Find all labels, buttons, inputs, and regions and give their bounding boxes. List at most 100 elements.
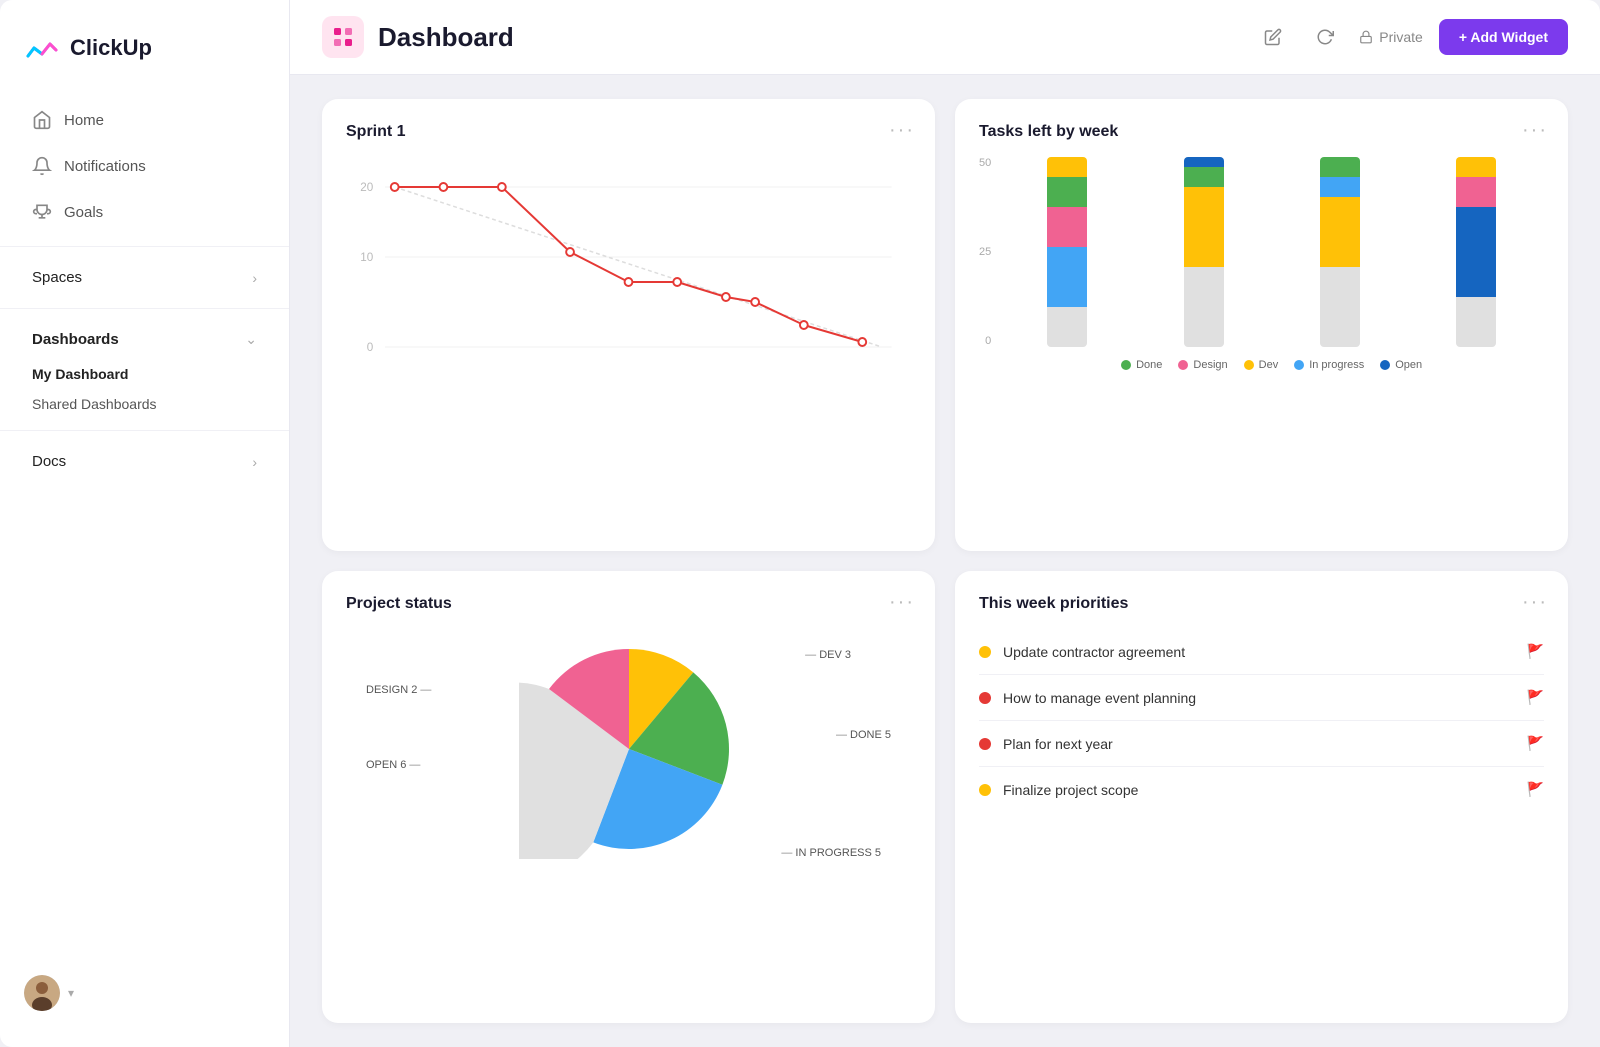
legend-dot-design — [1178, 360, 1188, 370]
private-label: Private — [1379, 29, 1423, 45]
bell-icon — [32, 156, 52, 176]
y-label-0: 0 — [985, 335, 991, 347]
header-left: Dashboard — [322, 16, 514, 58]
sidebar-item-my-dashboard[interactable]: My Dashboard — [8, 360, 281, 388]
legend-dot-done — [1121, 360, 1131, 370]
bar-group-3 — [1282, 157, 1398, 347]
bar-segment-blue-2 — [1184, 157, 1224, 167]
priority-item-3[interactable]: Plan for next year 🚩 — [979, 721, 1544, 767]
legend-design: Design — [1178, 359, 1227, 371]
tasks-card-menu[interactable]: ··· — [1522, 119, 1548, 142]
sidebar-item-spaces[interactable]: Spaces › — [8, 259, 281, 296]
page-header: Dashboard Private + Add Widget — [290, 0, 1600, 75]
dashboard-grid: Sprint 1 ··· 20 10 0 — [290, 75, 1600, 1047]
priority-item-4[interactable]: Finalize project scope 🚩 — [979, 767, 1544, 812]
bar-group-4 — [1418, 157, 1534, 347]
priority-left-1: Update contractor agreement — [979, 644, 1185, 660]
legend-label-dev: Dev — [1259, 359, 1279, 371]
clickup-logo-icon — [24, 30, 60, 66]
legend-done: Done — [1121, 359, 1162, 371]
refresh-icon — [1316, 28, 1334, 46]
priority-text-3: Plan for next year — [1003, 736, 1113, 752]
priority-flag-2: 🚩 — [1527, 689, 1544, 706]
bar-stack-2 — [1184, 157, 1224, 347]
bar-segment-done-3 — [1320, 157, 1360, 177]
lock-icon — [1359, 30, 1373, 44]
shared-dashboards-label: Shared Dashboards — [32, 396, 157, 412]
nav-divider-2 — [0, 308, 289, 309]
avatar-image — [24, 975, 60, 1011]
project-status-title: Project status — [346, 595, 911, 613]
legend-dot-open — [1380, 360, 1390, 370]
legend-label-open: Open — [1395, 359, 1422, 371]
pie-label-dev-text: DEV 3 — [819, 649, 851, 661]
priority-item-2[interactable]: How to manage event planning 🚩 — [979, 675, 1544, 721]
pie-label-done: — DONE 5 — [836, 729, 891, 741]
bar-segment-design-1 — [1047, 207, 1087, 247]
legend-dot-inprogress — [1294, 360, 1304, 370]
bar-segment-done-1 — [1047, 177, 1087, 207]
tasks-card-title: Tasks left by week — [979, 123, 1544, 141]
y-label-25: 25 — [979, 246, 991, 258]
bar-stack-1 — [1047, 157, 1087, 347]
priority-text-1: Update contractor agreement — [1003, 644, 1185, 660]
bar-segment-inprogress-1 — [1047, 247, 1087, 307]
svg-text:20: 20 — [360, 180, 373, 194]
docs-label: Docs — [32, 453, 66, 470]
bar-chart-wrapper: 50 25 0 — [979, 157, 1544, 371]
sidebar-logo: ClickUp — [0, 20, 289, 96]
sidebar-home-label: Home — [64, 112, 104, 129]
chevron-right-docs-icon: › — [252, 454, 257, 470]
chevron-right-icon: › — [252, 270, 257, 286]
bar-segment-open-4 — [1456, 207, 1496, 297]
chevron-down-user-icon[interactable]: ▾ — [68, 986, 74, 1000]
nav-divider-3 — [0, 430, 289, 431]
add-widget-button[interactable]: + Add Widget — [1439, 19, 1568, 55]
bar-segment-dev-1 — [1047, 157, 1087, 177]
bar-segment-design-4 — [1456, 177, 1496, 207]
sidebar-navigation: Home Notifications Goals Spaces › Dashbo… — [0, 96, 289, 959]
dashboard-icon — [322, 16, 364, 58]
sidebar-footer: ▾ — [0, 959, 289, 1027]
bar-y-labels: 50 25 0 — [979, 157, 999, 347]
sidebar-notifications-label: Notifications — [64, 158, 146, 175]
spaces-label: Spaces — [32, 269, 82, 286]
pie-label-open-text: OPEN 6 — [366, 759, 406, 771]
sidebar-item-docs[interactable]: Docs › — [8, 443, 281, 480]
refresh-button[interactable] — [1307, 19, 1343, 55]
y-label-50: 50 — [979, 157, 991, 169]
page-title: Dashboard — [378, 22, 514, 53]
priority-text-2: How to manage event planning — [1003, 690, 1196, 706]
priority-left-3: Plan for next year — [979, 736, 1113, 752]
sidebar-item-dashboards[interactable]: Dashboards ⌄ — [8, 321, 281, 358]
legend-dev: Dev — [1244, 359, 1279, 371]
trophy-icon — [32, 202, 52, 222]
nav-divider-1 — [0, 246, 289, 247]
sidebar-item-goals[interactable]: Goals — [8, 190, 281, 234]
sidebar-item-shared-dashboards[interactable]: Shared Dashboards — [8, 390, 281, 418]
sidebar-item-home[interactable]: Home — [8, 98, 281, 142]
sidebar-item-notifications[interactable]: Notifications — [8, 144, 281, 188]
pie-label-design-text: DESIGN 2 — [366, 684, 417, 696]
main-content: Dashboard Private + Add Widget — [290, 0, 1600, 1047]
edit-button[interactable] — [1255, 19, 1291, 55]
grid-icon — [331, 25, 355, 49]
pie-label-inprogress-text: IN PROGRESS 5 — [795, 847, 881, 859]
user-avatar[interactable] — [24, 975, 60, 1011]
sidebar: ClickUp Home Notifications Goals Spaces … — [0, 0, 290, 1047]
bar-chart-area — [999, 157, 1544, 347]
priorities-card-menu[interactable]: ··· — [1522, 591, 1548, 614]
sprint-card-menu[interactable]: ··· — [889, 119, 915, 142]
priority-flag-1: 🚩 — [1527, 643, 1544, 660]
sprint-card-title: Sprint 1 — [346, 123, 911, 141]
priority-dot-2 — [979, 692, 991, 704]
pencil-icon — [1264, 28, 1282, 46]
priority-dot-4 — [979, 784, 991, 796]
legend-label-done: Done — [1136, 359, 1162, 371]
priority-item-1[interactable]: Update contractor agreement 🚩 — [979, 629, 1544, 675]
priorities-card: This week priorities ··· Update contract… — [955, 571, 1568, 1023]
project-status-menu[interactable]: ··· — [889, 591, 915, 614]
pie-label-dev: — DEV 3 — [805, 649, 851, 661]
legend-inprogress: In progress — [1294, 359, 1364, 371]
bar-stack-4 — [1456, 157, 1496, 347]
